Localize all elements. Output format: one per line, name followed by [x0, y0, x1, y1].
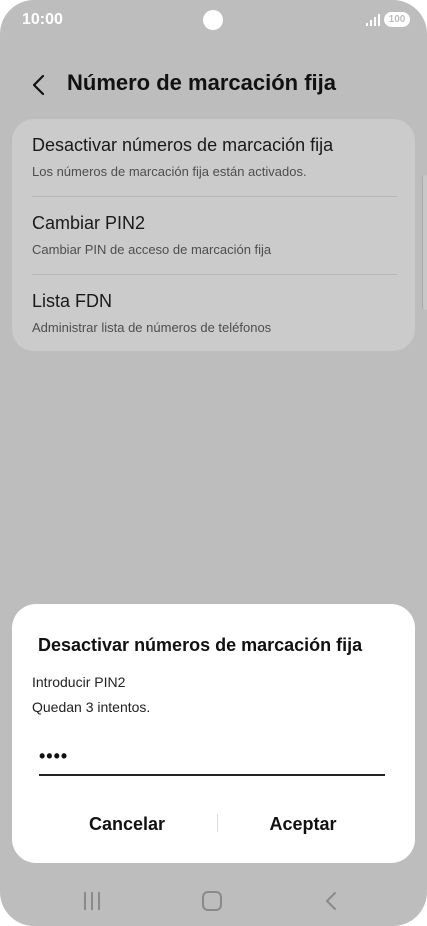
setting-description: Los números de marcación fija están acti…: [32, 164, 307, 179]
nav-back-icon[interactable]: [322, 890, 342, 912]
setting-fdn-list[interactable]: Lista FDN Administrar lista de números d…: [32, 275, 397, 352]
cancel-button[interactable]: Cancelar: [37, 804, 217, 844]
signal-icon: [366, 14, 382, 26]
dialog-title: Desactivar números de marcación fija: [38, 635, 363, 655]
arrow-left-icon[interactable]: [28, 72, 54, 98]
recents-icon[interactable]: [82, 892, 102, 910]
dialog-attempts: Quedan 3 intentos.: [32, 699, 151, 715]
camera-cutout: [203, 10, 223, 30]
battery-icon: 100: [384, 12, 410, 27]
setting-label: Desactivar números de marcación fija: [32, 135, 334, 155]
accept-button[interactable]: Aceptar: [213, 804, 393, 844]
pin2-dialog: Desactivar números de marcación fija Int…: [12, 604, 415, 863]
status-bar: 10:00 100: [0, 0, 427, 42]
settings-card: Desactivar números de marcación fija Los…: [12, 119, 415, 351]
status-time: 10:00: [22, 11, 63, 28]
setting-disable-fdn[interactable]: Desactivar números de marcación fija Los…: [32, 119, 397, 196]
dialog-prompt: Introducir PIN2: [32, 674, 126, 690]
pin2-input[interactable]: [39, 738, 385, 776]
page-title: Número de marcación fija: [67, 70, 336, 95]
scroll-handle[interactable]: [422, 175, 427, 310]
setting-label: Lista FDN: [32, 291, 113, 311]
phone-screen: 10:00 100 Número de marcación fija Desac…: [0, 0, 427, 926]
navigation-bar: [0, 876, 427, 926]
setting-label: Cambiar PIN2: [32, 213, 146, 233]
setting-change-pin2[interactable]: Cambiar PIN2 Cambiar PIN de acceso de ma…: [32, 197, 397, 274]
setting-description: Cambiar PIN de acceso de marcación fija: [32, 242, 272, 257]
app-header: Número de marcación fija: [0, 60, 427, 110]
setting-description: Administrar lista de números de teléfono…: [32, 320, 272, 335]
home-icon[interactable]: [202, 891, 222, 911]
